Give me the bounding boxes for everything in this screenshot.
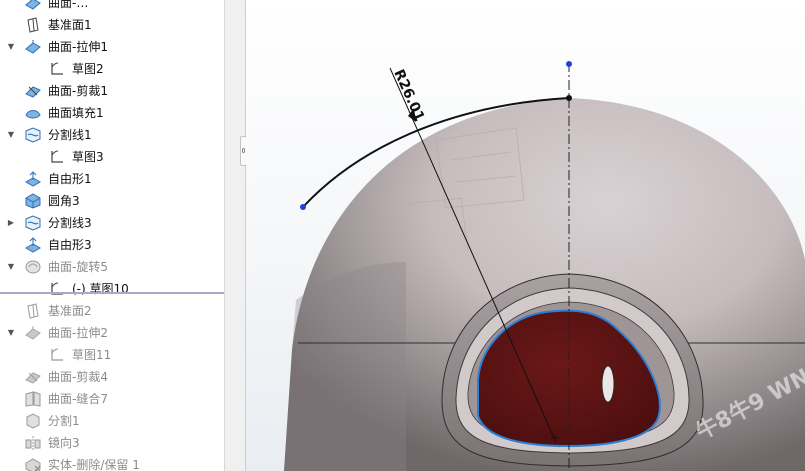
fillet-icon bbox=[24, 192, 42, 210]
model-body-shade bbox=[284, 262, 406, 471]
tree-item[interactable]: 草图11 bbox=[0, 344, 224, 366]
split-icon bbox=[24, 412, 42, 430]
tree-item-label: 曲面-旋转5 bbox=[48, 260, 108, 274]
tree-item[interactable]: 分割1 bbox=[0, 410, 224, 432]
freeform-icon bbox=[24, 236, 42, 254]
tree-item-label: 曲面-剪裁4 bbox=[48, 370, 108, 384]
tree-item[interactable]: ▶ 分割线3 bbox=[0, 212, 224, 234]
tree-item-label: 曲面-拉伸2 bbox=[48, 326, 108, 340]
surface-knit-icon bbox=[24, 390, 42, 408]
tree-item[interactable]: 圆角3 bbox=[0, 190, 224, 212]
sketch-icon bbox=[48, 346, 66, 364]
tree-item[interactable]: ▼ 分割线1 bbox=[0, 124, 224, 146]
tree-item-label: 分割线3 bbox=[48, 216, 92, 230]
tree-item-label: 自由形1 bbox=[48, 172, 92, 186]
tree-item-label: 曲面-… bbox=[48, 0, 89, 10]
sketch-icon bbox=[48, 148, 66, 166]
collapse-arrow-icon[interactable]: ▼ bbox=[6, 130, 16, 140]
tree-item-label: 曲面-拉伸1 bbox=[48, 40, 108, 54]
arc-center-mark: + bbox=[550, 431, 560, 445]
tree-item-label: 圆角3 bbox=[48, 194, 80, 208]
collapse-arrow-icon[interactable]: ▼ bbox=[6, 262, 16, 272]
tree-item-label: 分割线1 bbox=[48, 128, 92, 142]
tree-item-label: 草图2 bbox=[72, 62, 104, 76]
arc-endpoint-left bbox=[300, 204, 306, 210]
tree-item[interactable]: 曲面-缝合7 bbox=[0, 388, 224, 410]
tree-item[interactable]: 曲面填充1 bbox=[0, 102, 224, 124]
tree-item[interactable]: 实体-删除/保留 1 bbox=[0, 454, 224, 471]
split-line-icon bbox=[24, 126, 42, 144]
body-delete-icon bbox=[24, 456, 42, 471]
tree-item[interactable]: ▼ 曲面-拉伸2 bbox=[0, 322, 224, 344]
sketch-icon bbox=[48, 60, 66, 78]
tree-item[interactable]: 基准面2 bbox=[0, 300, 224, 322]
surface-extrude-icon bbox=[24, 38, 42, 56]
tree-item[interactable]: 曲面-剪裁4 bbox=[0, 366, 224, 388]
model-view[interactable]: R26.01 + 牛8牛9 WNBQ.NET bbox=[246, 0, 805, 471]
grip-dot-icon bbox=[242, 148, 245, 153]
tree-item[interactable]: ▼ 曲面-旋转5 bbox=[0, 256, 224, 278]
surface-icon bbox=[24, 0, 42, 12]
tree-item[interactable]: 基准面1 bbox=[0, 14, 224, 36]
tree-item-label: 曲面填充1 bbox=[48, 106, 104, 120]
feature-manager-tree: 曲面-… 基准面1 ▼ 曲面-拉伸1 草图2 曲面-剪裁1 曲面填充1 ▼ 分割线1 草图3 自由形… bbox=[0, 0, 224, 471]
tree-item-label: 草图11 bbox=[72, 348, 112, 362]
tree-item-label: 实体-删除/保留 1 bbox=[48, 458, 140, 471]
plane-icon bbox=[24, 16, 42, 34]
tree-item[interactable]: 自由形1 bbox=[0, 168, 224, 190]
freeform-icon bbox=[24, 170, 42, 188]
plane-icon bbox=[24, 302, 42, 320]
sketch-icon bbox=[48, 280, 66, 298]
tree-item[interactable]: 草图3 bbox=[0, 146, 224, 168]
tree-item-label: 曲面-缝合7 bbox=[48, 392, 108, 406]
graphics-viewport[interactable]: R26.01 + 牛8牛9 WNBQ.NET bbox=[246, 0, 805, 471]
tree-item-label: (-) 草图10 bbox=[72, 282, 129, 296]
tree-item[interactable]: ▼ 曲面-拉伸1 bbox=[0, 36, 224, 58]
mirror-icon bbox=[24, 434, 42, 452]
tree-item[interactable]: 自由形3 bbox=[0, 234, 224, 256]
slot-hole bbox=[601, 365, 615, 403]
arc-endpoint-top bbox=[566, 61, 572, 67]
tree-item[interactable]: (-) 草图10 bbox=[0, 278, 224, 300]
surface-fill-icon bbox=[24, 104, 42, 122]
tree-item-label: 基准面1 bbox=[48, 18, 92, 32]
collapse-arrow-icon[interactable]: ▼ bbox=[6, 42, 16, 52]
panel-splitter[interactable] bbox=[224, 0, 247, 471]
split-line-icon bbox=[24, 214, 42, 232]
tree-item-label: 自由形3 bbox=[48, 238, 92, 252]
tree-item[interactable]: 曲面-剪裁1 bbox=[0, 80, 224, 102]
rollback-bar[interactable] bbox=[0, 292, 224, 294]
expand-arrow-icon[interactable]: ▶ bbox=[6, 218, 16, 228]
surface-trim-icon bbox=[24, 82, 42, 100]
tree-item[interactable]: 镜向3 bbox=[0, 432, 224, 454]
surface-trim-icon bbox=[24, 368, 42, 386]
arc-midpoint-top bbox=[566, 95, 572, 101]
tree-item-label: 基准面2 bbox=[48, 304, 92, 318]
tree-item-label: 草图3 bbox=[72, 150, 104, 164]
tree-item[interactable]: 曲面-… bbox=[0, 0, 224, 14]
tree-item-label: 曲面-剪裁1 bbox=[48, 84, 108, 98]
surface-revolve-icon bbox=[24, 258, 42, 276]
tree-item[interactable]: 草图2 bbox=[0, 58, 224, 80]
collapse-arrow-icon[interactable]: ▼ bbox=[6, 328, 16, 338]
surface-extrude-icon bbox=[24, 324, 42, 342]
tree-item-label: 分割1 bbox=[48, 414, 80, 428]
tree-item-label: 镜向3 bbox=[48, 436, 80, 450]
